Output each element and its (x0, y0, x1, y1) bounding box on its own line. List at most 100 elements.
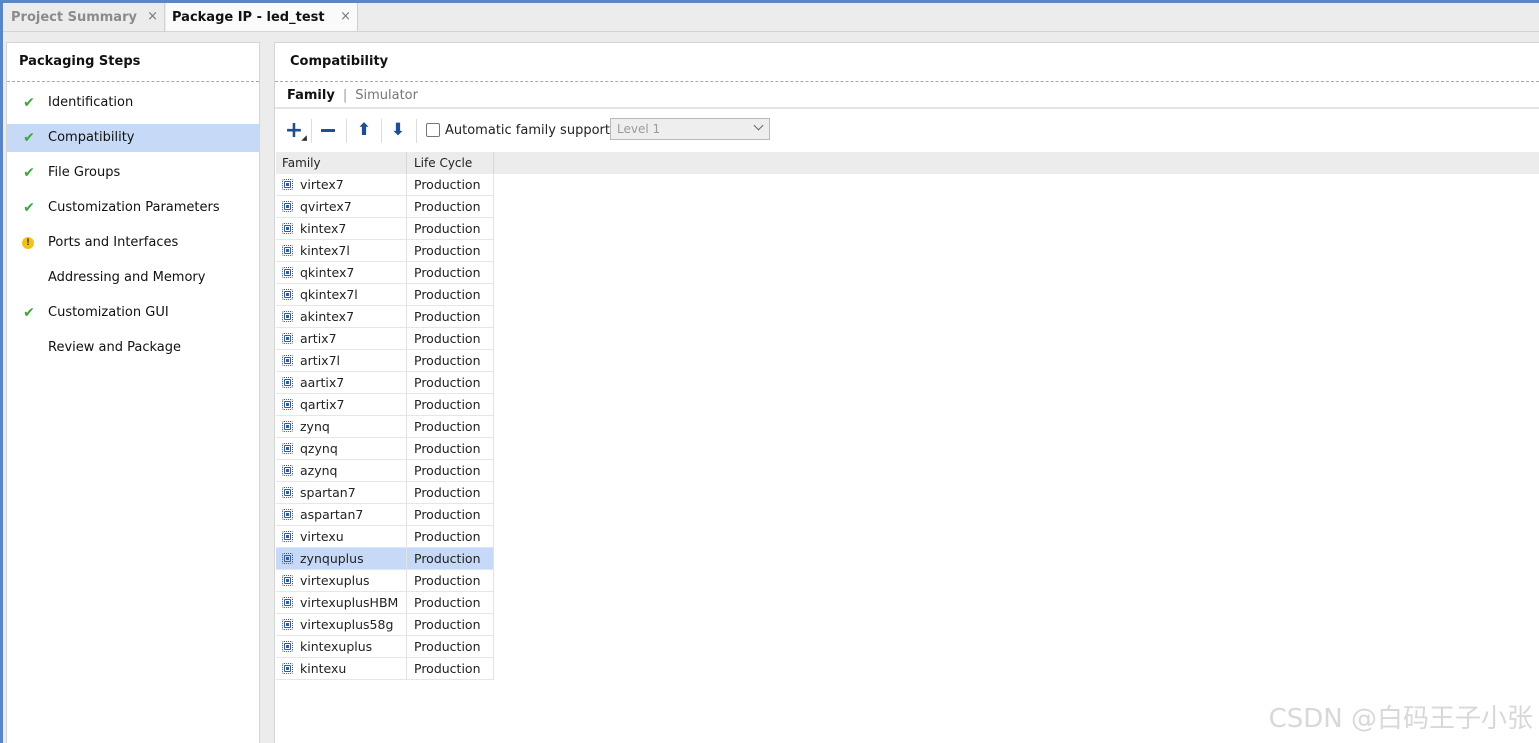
family-cell[interactable]: aspartan7 (276, 504, 407, 525)
close-icon[interactable]: × (147, 9, 158, 24)
table-row[interactable]: kintexuplus Production (276, 636, 494, 658)
table-row[interactable]: zynq Production (276, 416, 494, 438)
family-cell[interactable]: artix7l (276, 350, 407, 371)
automatic-family-support-checkbox[interactable] (426, 123, 440, 137)
table-row[interactable]: virtexu Production (276, 526, 494, 548)
family-cell[interactable]: qkintex7 (276, 262, 407, 283)
life-cycle-cell[interactable]: Production (407, 174, 494, 195)
family-cell[interactable]: virtex7 (276, 174, 407, 195)
table-row[interactable]: virtexuplusHBM Production (276, 592, 494, 614)
family-cell[interactable]: spartan7 (276, 482, 407, 503)
life-cycle-cell[interactable]: Production (407, 218, 494, 239)
life-cycle-cell[interactable]: Production (407, 438, 494, 459)
life-cycle-cell[interactable]: Production (407, 196, 494, 217)
family-cell[interactable]: kintexuplus (276, 636, 407, 657)
table-row[interactable]: azynq Production (276, 460, 494, 482)
family-cell[interactable]: akintex7 (276, 306, 407, 327)
step-compatibility[interactable]: ✔ Compatibility (7, 124, 259, 152)
life-cycle-cell[interactable]: Production (407, 306, 494, 327)
family-cell[interactable]: zynquplus (276, 548, 407, 569)
step-customization-parameters[interactable]: ✔ Customization Parameters (7, 194, 259, 222)
life-cycle-cell[interactable]: Production (407, 526, 494, 547)
table-row[interactable]: aspartan7 Production (276, 504, 494, 526)
life-cycle-cell[interactable]: Production (407, 416, 494, 437)
table-row[interactable]: virtexuplus58g Production (276, 614, 494, 636)
table-row[interactable]: artix7 Production (276, 328, 494, 350)
tab-project-summary[interactable]: Project Summary × (3, 3, 165, 31)
life-cycle-cell[interactable]: Production (407, 328, 494, 349)
step-file-groups[interactable]: ✔ File Groups (7, 159, 259, 187)
family-cell[interactable]: virtexuplusHBM (276, 592, 407, 613)
column-header-family[interactable]: Family (276, 152, 407, 174)
life-cycle-cell[interactable]: Production (407, 504, 494, 525)
life-cycle-cell[interactable]: Production (407, 372, 494, 393)
life-cycle-cell[interactable]: Production (407, 658, 494, 679)
family-cell[interactable]: artix7 (276, 328, 407, 349)
table-row[interactable]: qkintex7l Production (276, 284, 494, 306)
column-header-life-cycle[interactable]: Life Cycle (407, 152, 494, 174)
family-cell[interactable]: qkintex7l (276, 284, 407, 305)
family-name: qvirtex7 (300, 199, 352, 214)
life-cycle-cell[interactable]: Production (407, 570, 494, 591)
table-row[interactable]: akintex7 Production (276, 306, 494, 328)
table-row[interactable]: kintex7l Production (276, 240, 494, 262)
family-name: virtexuplus (300, 573, 370, 588)
life-cycle-cell[interactable]: Production (407, 592, 494, 613)
table-row[interactable]: kintexu Production (276, 658, 494, 680)
table-row[interactable]: qvirtex7 Production (276, 196, 494, 218)
life-cycle-cell[interactable]: Production (407, 394, 494, 415)
move-up-button[interactable]: ⬆ (349, 117, 379, 143)
step-label: Compatibility (48, 130, 135, 145)
life-cycle-cell[interactable]: Production (407, 482, 494, 503)
support-level-select[interactable]: Level 1 (610, 118, 770, 140)
remove-family-button[interactable] (313, 117, 343, 143)
life-cycle-cell[interactable]: Production (407, 614, 494, 635)
table-row[interactable]: artix7l Production (276, 350, 494, 372)
table-row[interactable]: qzynq Production (276, 438, 494, 460)
family-cell[interactable]: qzynq (276, 438, 407, 459)
automatic-family-support-label[interactable]: Automatic family support (445, 123, 610, 138)
life-cycle-cell[interactable]: Production (407, 350, 494, 371)
family-cell[interactable]: virtexuplus (276, 570, 407, 591)
life-cycle-cell[interactable]: Production (407, 636, 494, 657)
family-name: virtexu (300, 529, 344, 544)
family-toolbar: + ⬆ ⬇ Automatic family support Level 1 (275, 113, 1539, 149)
family-cell[interactable]: aartix7 (276, 372, 407, 393)
move-down-button[interactable]: ⬇ (383, 117, 413, 143)
chip-icon (282, 333, 293, 344)
tab-family[interactable]: Family (287, 88, 335, 103)
table-row[interactable]: kintex7 Production (276, 218, 494, 240)
life-cycle-cell[interactable]: Production (407, 262, 494, 283)
family-cell[interactable]: virtexuplus58g (276, 614, 407, 635)
step-addressing-and-memory[interactable]: Addressing and Memory (7, 264, 259, 292)
tab-simulator[interactable]: Simulator (355, 88, 418, 103)
family-cell[interactable]: qvirtex7 (276, 196, 407, 217)
editor-tab-bar: Project Summary × Package IP - led_test … (3, 3, 1539, 32)
table-row[interactable]: qkintex7 Production (276, 262, 494, 284)
family-cell[interactable]: azynq (276, 460, 407, 481)
step-ports-and-interfaces[interactable]: ! Ports and Interfaces (7, 229, 259, 257)
life-cycle-cell[interactable]: Production (407, 548, 494, 569)
table-row[interactable]: virtex7 Production (276, 174, 494, 196)
family-cell[interactable]: qartix7 (276, 394, 407, 415)
chip-icon (282, 465, 293, 476)
life-cycle-cell[interactable]: Production (407, 240, 494, 261)
life-cycle-cell[interactable]: Production (407, 460, 494, 481)
life-cycle-cell[interactable]: Production (407, 284, 494, 305)
family-cell[interactable]: virtexu (276, 526, 407, 547)
table-row[interactable]: aartix7 Production (276, 372, 494, 394)
family-cell[interactable]: kintex7l (276, 240, 407, 261)
table-row[interactable]: qartix7 Production (276, 394, 494, 416)
step-identification[interactable]: ✔ Identification (7, 89, 259, 117)
add-family-button[interactable]: + (279, 117, 309, 143)
family-cell[interactable]: kintex7 (276, 218, 407, 239)
table-row[interactable]: virtexuplus Production (276, 570, 494, 592)
family-cell[interactable]: zynq (276, 416, 407, 437)
close-icon[interactable]: × (340, 9, 351, 24)
table-row[interactable]: zynquplus Production (276, 548, 494, 570)
step-customization-gui[interactable]: ✔ Customization GUI (7, 299, 259, 327)
table-row[interactable]: spartan7 Production (276, 482, 494, 504)
family-cell[interactable]: kintexu (276, 658, 407, 679)
tab-package-ip[interactable]: Package IP - led_test × (166, 3, 358, 31)
step-review-and-package[interactable]: Review and Package (7, 334, 259, 362)
